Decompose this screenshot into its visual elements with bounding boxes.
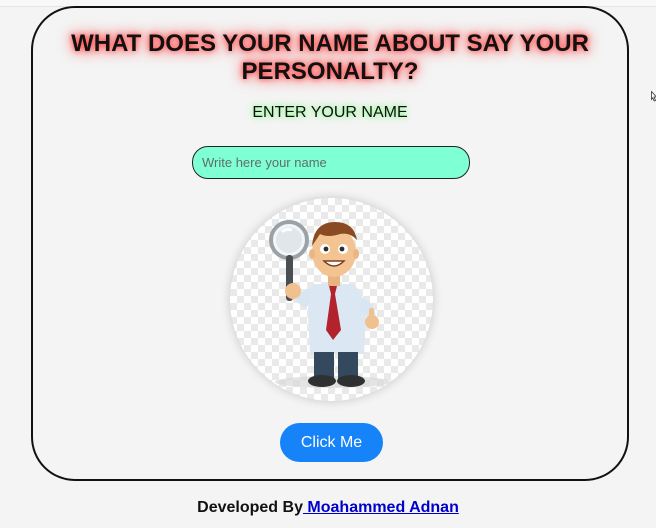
detective-man-with-magnifier-icon [269, 220, 391, 388]
name-input[interactable] [192, 146, 470, 179]
author-link[interactable]: Moahammed Adnan [303, 499, 458, 516]
page-title-line-2: PERSONALTY? [241, 58, 419, 85]
footer-credit: Developed By Moahammed Adnan [0, 499, 656, 517]
name-prompt: ENTER YOUR NAME [252, 104, 408, 121]
quiz-card: WHAT DOES YOUR NAME ABOUT SAY YOUR PERSO… [31, 6, 629, 481]
page-title: WHAT DOES YOUR NAME ABOUT SAY YOUR PERSO… [33, 30, 627, 86]
detective-illustration [230, 198, 433, 401]
page-title-line-1: WHAT DOES YOUR NAME ABOUT SAY YOUR [71, 30, 589, 57]
developed-by-label: Developed By [197, 499, 303, 516]
mouse-cursor-icon [651, 91, 656, 102]
click-me-button[interactable]: Click Me [280, 423, 383, 462]
